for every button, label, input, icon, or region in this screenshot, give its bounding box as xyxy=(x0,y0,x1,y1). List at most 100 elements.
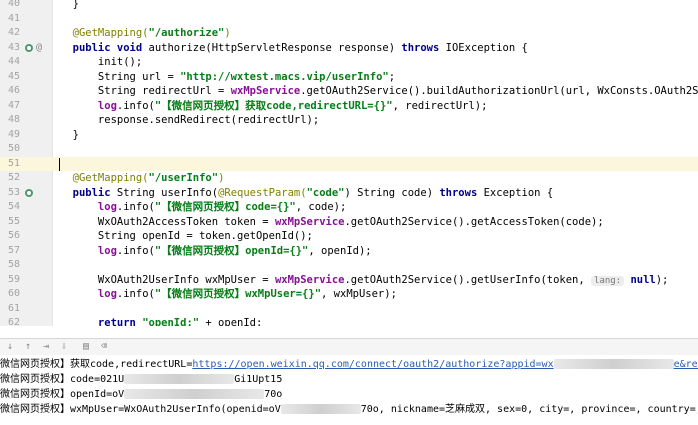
code-token: wxMpService xyxy=(230,85,301,97)
code-token: log xyxy=(60,244,117,257)
code-line[interactable]: 55 WxOAuth2AccessToken token = wxMpServi… xyxy=(0,215,698,230)
console-text: 微信网页授权】openId=oV xyxy=(0,389,125,400)
code-token: ); xyxy=(655,273,669,286)
code-line[interactable]: 57 log.info("【微信网页授权】openId={}", openId)… xyxy=(0,244,698,259)
console-text: 微信网页授权】code=021U xyxy=(0,374,125,385)
code-text: log.info("【微信网页授权】获取code,redirectURL={}"… xyxy=(60,99,488,114)
code-line[interactable]: 49 } xyxy=(0,128,698,143)
code-token: "http://wxtest.macs.vip/userInfo" xyxy=(180,70,389,83)
console-text: 微信网页授权】获取code,redirectURL= xyxy=(0,359,193,370)
console-text: 70o xyxy=(264,389,283,400)
code-token: WxOAuth2AccessToken token = xyxy=(60,215,275,228)
console-link[interactable]: e&redirect_uri=http%3A%2F% xyxy=(674,359,698,370)
redacted-blur xyxy=(553,359,674,369)
code-line[interactable]: 50 xyxy=(0,142,698,157)
console-link[interactable]: https://open.weixin.qq.com/connect/oauth… xyxy=(192,359,553,370)
code-token: "【微信网页授权】code={}" xyxy=(154,201,296,213)
code-text: log.info("【微信网页授权】code={}", code); xyxy=(60,200,346,215)
code-line[interactable]: 47 log.info("【微信网页授权】获取code,redirectURL=… xyxy=(0,99,698,114)
console-toolbar: ↓ ↑ ⇥ ⇩ ▤ ⌫ xyxy=(0,338,698,355)
code-text: WxOAuth2UserInfo wxMpUser = wxMpService.… xyxy=(60,273,668,289)
console-text: Gi1Upt15 xyxy=(234,374,283,385)
code-token: authorize(HttpServletResponse response) xyxy=(148,41,402,54)
code-text: public String userInfo(@RequestParam("co… xyxy=(60,186,554,201)
code-line[interactable]: 53 public String userInfo(@RequestParam(… xyxy=(0,186,698,201)
code-token: wxMpService xyxy=(274,273,345,286)
scroll-end-icon[interactable]: ⇩ xyxy=(58,341,70,353)
code-text: response.sendRedirect(redirectUrl); xyxy=(60,113,319,128)
code-line[interactable]: 43 @ public void authorize(HttpServletRes… xyxy=(0,41,698,56)
code-token: public xyxy=(60,186,117,199)
code-line[interactable]: 40 } xyxy=(0,0,698,12)
code-token: throws xyxy=(401,41,446,54)
arrow-up-icon[interactable]: ↑ xyxy=(22,341,34,353)
code-token: @GetMapping( xyxy=(60,172,149,184)
line-number: 58 xyxy=(7,259,20,270)
line-number: 42 xyxy=(7,27,20,38)
redacted-blur xyxy=(124,389,265,399)
code-token: return xyxy=(60,317,143,326)
code-line[interactable]: 46 String redirectUrl = wxMpService.getO… xyxy=(0,84,698,99)
redacted-blur xyxy=(280,404,361,414)
code-token: "/userInfo" xyxy=(148,172,219,184)
code-line[interactable]: 60 log.info("【微信网页授权】wxMpUser={}", wxMpU… xyxy=(0,287,698,302)
code-token: "/authorize" xyxy=(148,27,225,39)
line-number: 55 xyxy=(7,215,20,227)
code-token: log xyxy=(60,288,117,300)
code-token: @RequestParam( xyxy=(218,186,307,199)
code-token: log xyxy=(60,201,117,213)
code-token: "openId:" xyxy=(142,317,200,326)
code-line[interactable]: 48 response.sendRedirect(redirectUrl); xyxy=(0,113,698,128)
code-token: .info( xyxy=(116,201,155,213)
line-number: 43 xyxy=(7,41,20,53)
code-token: ) xyxy=(218,172,225,184)
code-line[interactable]: 42 @GetMapping("/authorize") xyxy=(0,26,698,41)
code-line[interactable]: 56 String openId = token.getOpenId(); xyxy=(0,229,698,244)
line-number: 53 xyxy=(7,186,20,198)
web-endpoint-icon[interactable] xyxy=(24,43,34,53)
code-token: Exception { xyxy=(483,186,554,199)
code-token: "【微信网页授权】openId={}" xyxy=(154,244,309,257)
arrow-down-icon[interactable]: ↓ xyxy=(4,341,16,353)
web-endpoint-icon[interactable] xyxy=(24,188,34,198)
code-text: @GetMapping("/userInfo") xyxy=(60,171,225,186)
line-number: 47 xyxy=(7,99,20,111)
code-line[interactable]: 51 xyxy=(0,156,698,171)
code-line[interactable]: 61 xyxy=(0,302,698,317)
line-number: 51 xyxy=(7,157,20,169)
wrap-icon[interactable]: ⇥ xyxy=(40,341,52,353)
console-text: 70o, nickname=芝麻成双, sex=0, city=, provin… xyxy=(360,404,698,415)
code-token: @GetMapping( xyxy=(60,27,149,39)
code-token: init(); xyxy=(60,56,143,68)
line-number: 41 xyxy=(7,12,20,24)
code-token: String openId = token.getOpenId(); xyxy=(60,230,313,242)
code-token: + openId; xyxy=(199,317,263,326)
code-line[interactable]: 62 return "openId:" + openId; xyxy=(0,316,698,326)
print-icon[interactable]: ▤ xyxy=(80,341,92,353)
code-text: } xyxy=(60,128,79,143)
code-text: String url = "http://wxtest.macs.vip/use… xyxy=(60,70,395,85)
redacted-blur xyxy=(124,374,235,384)
code-token: .getOAuth2Service().getAccessToken(code)… xyxy=(344,215,604,228)
line-number: 54 xyxy=(7,201,20,212)
console-line: 微信网页授权】openId=oV 70o xyxy=(0,388,698,402)
code-line[interactable]: 58 xyxy=(0,258,698,273)
code-line[interactable]: 44 init(); xyxy=(0,55,698,70)
code-text: } xyxy=(60,0,79,12)
at-annotation-icon[interactable]: @ xyxy=(36,41,46,53)
code-token: String url = xyxy=(60,70,181,83)
code-editor[interactable]: 40 } 41 42 @GetMapping("/authorize") 43 @ pu… xyxy=(0,0,698,326)
code-token: IOException { xyxy=(445,41,528,54)
console-line: 微信网页授权】wxMpUser=WxOAuth2UserInfo(openid=… xyxy=(0,403,698,417)
code-token: .getOAuth2Service().getUserInfo(token, xyxy=(344,273,592,286)
delete-icon[interactable]: ⌫ xyxy=(98,341,110,353)
code-token: log xyxy=(60,99,117,112)
code-token: .info( xyxy=(116,244,155,257)
code-line[interactable]: 45 String url = "http://wxtest.macs.vip/… xyxy=(0,70,698,85)
line-number: 46 xyxy=(7,85,20,96)
code-line[interactable]: 41 xyxy=(0,12,698,27)
console-output[interactable]: 微信网页授权】获取code,redirectURL=https://open.w… xyxy=(0,355,698,425)
code-line[interactable]: 54 log.info("【微信网页授权】code={}", code); xyxy=(0,200,698,215)
code-line[interactable]: 59 WxOAuth2UserInfo wxMpUser = wxMpServi… xyxy=(0,273,698,288)
code-line[interactable]: 52 @GetMapping("/userInfo") xyxy=(0,171,698,186)
